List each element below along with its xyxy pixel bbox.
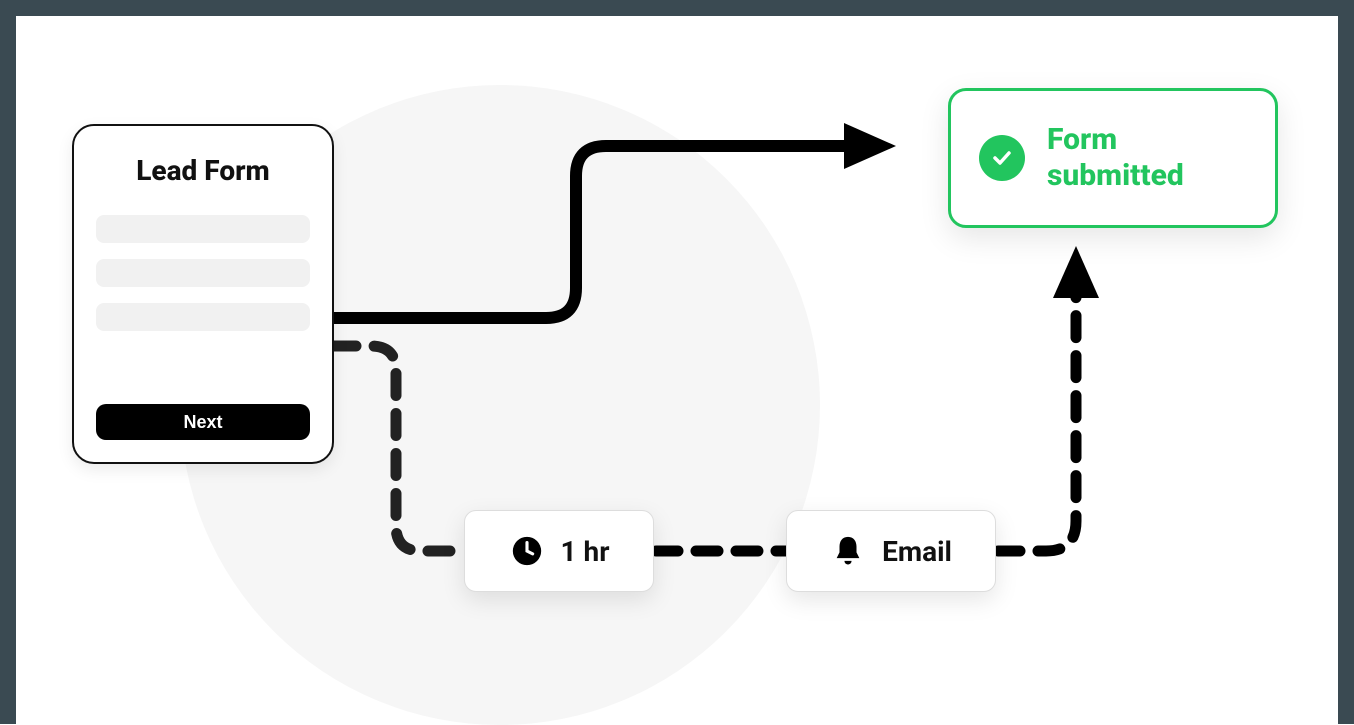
diagram-canvas: Lead Form Next Form submitted 1 hr [16, 16, 1338, 724]
form-submitted-card: Form submitted [948, 88, 1278, 228]
email-node: Email [786, 510, 996, 592]
clock-icon [509, 533, 545, 569]
lead-form-field [96, 303, 310, 331]
frame-border-top [0, 0, 1354, 16]
form-submitted-label: Form submitted [1047, 122, 1247, 194]
next-button[interactable]: Next [96, 404, 310, 440]
bell-icon [830, 533, 866, 569]
wait-node: 1 hr [464, 510, 654, 592]
lead-form-card: Lead Form Next [72, 124, 334, 464]
frame-border-right [1338, 0, 1354, 724]
check-icon [979, 135, 1025, 181]
email-node-label: Email [882, 535, 952, 568]
lead-form-title: Lead Form [96, 154, 310, 187]
wait-node-label: 1 hr [561, 535, 610, 568]
lead-form-field [96, 259, 310, 287]
frame-border-left [0, 0, 16, 724]
lead-form-field [96, 215, 310, 243]
